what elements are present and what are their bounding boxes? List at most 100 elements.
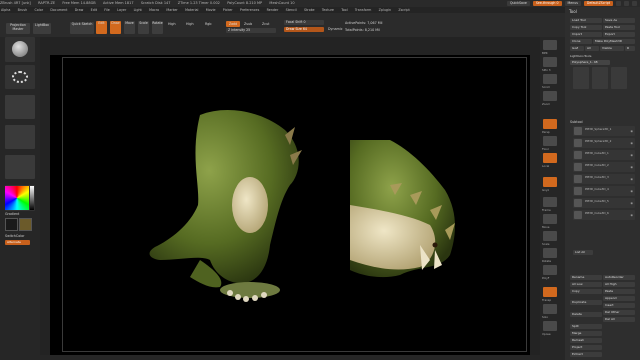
- split-button[interactable]: Split: [570, 324, 602, 329]
- move-icon[interactable]: [543, 214, 557, 224]
- frame-icon[interactable]: [543, 197, 557, 207]
- color-value-strip[interactable]: [30, 186, 34, 210]
- subtool-row[interactable]: PM3D_Sphere3D_1 ◉: [573, 126, 635, 136]
- all-button[interactable]: All: [585, 46, 599, 51]
- subtool-row[interactable]: PM3D_Cube3D_6 ◉: [573, 210, 635, 220]
- subtool-row[interactable]: PM3D_Cube3D_1 ◉: [573, 150, 635, 160]
- dynamic-button[interactable]: Dynamic: [328, 27, 343, 31]
- tool-thumb-1[interactable]: [573, 67, 589, 89]
- menus-button[interactable]: Menus: [564, 1, 581, 6]
- alternate-button[interactable]: Alternate: [5, 240, 30, 245]
- tool-thumb-3[interactable]: [611, 67, 627, 89]
- rotate-icon[interactable]: [543, 248, 557, 258]
- bpr-icon[interactable]: [543, 40, 557, 50]
- export-button[interactable]: Export: [603, 32, 635, 37]
- transp-icon[interactable]: [543, 287, 557, 297]
- delete-button[interactable]: Delete: [570, 312, 602, 317]
- visible-button[interactable]: Visible: [600, 46, 624, 51]
- scale-button[interactable]: Scale: [138, 21, 149, 34]
- all-low-button[interactable]: All Low: [570, 282, 602, 287]
- zsub-button[interactable]: Zsub: [244, 22, 252, 26]
- extract-button[interactable]: Extract: [570, 352, 602, 357]
- floor-icon[interactable]: [543, 136, 557, 146]
- subtool-eye-icon[interactable]: ◉: [630, 201, 633, 205]
- subtool-row[interactable]: PM3D_Cube3D_3 ◉: [573, 174, 635, 184]
- subtool-row[interactable]: PM3D_Sphere3D_2 ◉: [573, 138, 635, 148]
- edit-button[interactable]: Edit: [96, 21, 107, 34]
- rgb-button[interactable]: Rgb: [205, 22, 211, 26]
- persp-icon[interactable]: [543, 119, 557, 129]
- clone-button[interactable]: Clone: [570, 39, 592, 44]
- draw-button[interactable]: Draw: [110, 21, 121, 34]
- zcut-button[interactable]: Zcut: [262, 22, 269, 26]
- tool-thumb-2[interactable]: [592, 67, 608, 89]
- z-intensity-slider[interactable]: Z Intensity 25: [226, 28, 276, 33]
- copy-tool-button[interactable]: Copy Tool: [570, 25, 602, 30]
- import-button[interactable]: Import: [570, 32, 602, 37]
- zadd-button[interactable]: Zadd: [226, 21, 240, 27]
- load-tool-button[interactable]: Load Tool: [570, 18, 602, 23]
- merge-button[interactable]: Merge: [570, 331, 602, 336]
- lightbox-button[interactable]: LightBox: [33, 23, 51, 34]
- alpha-slot[interactable]: [5, 95, 35, 119]
- subtool-row[interactable]: PM3D_Cube3D_2 ◉: [573, 162, 635, 172]
- subtool-eye-icon[interactable]: ◉: [630, 165, 633, 169]
- gradient-label[interactable]: Gradient: [5, 212, 19, 216]
- document-canvas[interactable]: [50, 55, 530, 355]
- scale-icon[interactable]: [543, 231, 557, 241]
- color-picker-wheel[interactable]: [5, 186, 29, 210]
- lightbox-tools-button[interactable]: Lightbox›Tools: [570, 54, 592, 58]
- xpose-icon[interactable]: [543, 321, 557, 331]
- maximize-icon[interactable]: [624, 1, 629, 6]
- quick-sketch-button[interactable]: Quick Sketch: [70, 22, 94, 34]
- solo-icon[interactable]: [543, 304, 557, 314]
- draw-size-slider[interactable]: Draw Size 64: [284, 27, 324, 32]
- del-other-button[interactable]: Del Other: [603, 310, 635, 315]
- autoreorder-button[interactable]: AutoReorder: [603, 275, 635, 280]
- subtool-header[interactable]: Subtool: [570, 120, 583, 124]
- texture-off-slot[interactable]: [5, 155, 35, 179]
- quicksave-button[interactable]: QuickSave: [506, 1, 530, 6]
- save-as-button[interactable]: Save As: [603, 18, 635, 23]
- brush-slot[interactable]: [5, 37, 35, 62]
- project-button[interactable]: Project: [570, 345, 602, 350]
- subtool-eye-icon[interactable]: ◉: [630, 213, 633, 217]
- rotate-button[interactable]: Rotate: [152, 21, 163, 34]
- insert-button[interactable]: Insert: [603, 303, 635, 308]
- rename-button[interactable]: Rename: [570, 275, 602, 280]
- paste-button[interactable]: Paste: [603, 289, 635, 294]
- subtool-row[interactable]: PM3D_Cube3D_5 ◉: [573, 198, 635, 208]
- default-script-button[interactable]: DefaultZScript: [583, 1, 613, 6]
- spix-icon[interactable]: [543, 57, 557, 67]
- high-button[interactable]: High: [186, 22, 194, 26]
- minimize-icon[interactable]: [616, 1, 621, 6]
- close-icon[interactable]: [632, 1, 637, 6]
- projection-master-button[interactable]: Projection Master: [6, 23, 30, 34]
- switch-color-button[interactable]: SwitchColor: [5, 234, 25, 238]
- current-tool-name[interactable]: Polysphere_1. 48: [570, 60, 610, 65]
- subtool-eye-icon[interactable]: ◉: [630, 153, 633, 157]
- gxyz-icon[interactable]: [543, 177, 557, 187]
- subtool-eye-icon[interactable]: ◉: [630, 141, 633, 145]
- move-button[interactable]: Move: [124, 21, 135, 34]
- see-through-slider[interactable]: See-through 0: [532, 1, 562, 6]
- subtool-row[interactable]: PM3D_Cube3D_4 ◉: [573, 186, 635, 196]
- duplicate-button[interactable]: Duplicate: [570, 300, 602, 305]
- del-all-button[interactable]: Del All: [603, 317, 635, 322]
- all-high-button[interactable]: All High: [603, 282, 635, 287]
- list-all-button[interactable]: List All: [573, 250, 593, 255]
- local-icon[interactable]: [543, 153, 557, 163]
- r-button[interactable]: R: [625, 46, 635, 51]
- stroke-slot[interactable]: [5, 65, 35, 89]
- texture-slot[interactable]: [5, 125, 35, 149]
- subtool-eye-icon[interactable]: ◉: [630, 129, 633, 133]
- focal-shift-slider[interactable]: Focal Shift 0: [284, 20, 324, 25]
- secondary-color-swatch[interactable]: [19, 218, 32, 231]
- subtool-eye-icon[interactable]: ◉: [630, 177, 633, 181]
- main-color-swatch[interactable]: [5, 218, 18, 231]
- copy-button[interactable]: Copy: [570, 289, 602, 294]
- paste-tool-button[interactable]: Paste Tool: [603, 25, 635, 30]
- goz-button[interactable]: GoZ: [570, 46, 584, 51]
- remesh-button[interactable]: Remesh: [570, 338, 602, 343]
- make-polymesh-button[interactable]: Make PolyMesh3D: [593, 39, 635, 44]
